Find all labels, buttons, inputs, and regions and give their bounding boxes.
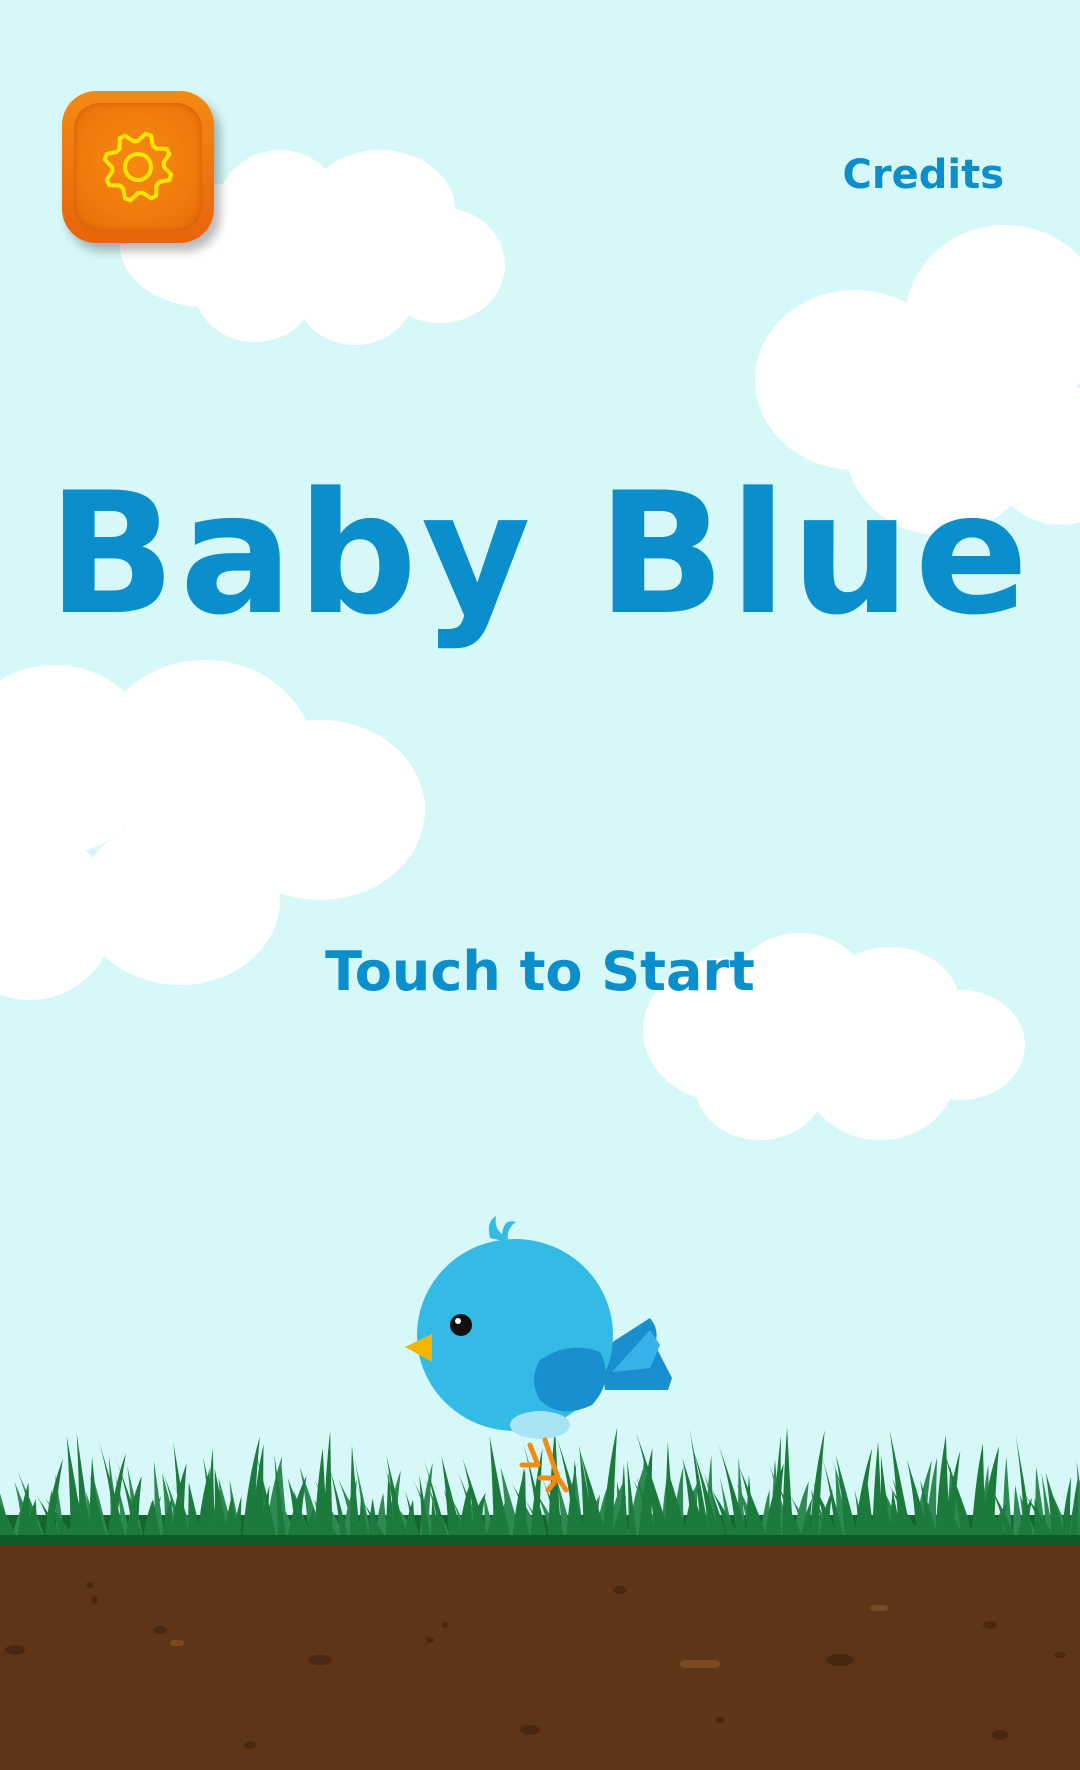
game-scene[interactable] [0,0,1080,1770]
credits-button[interactable]: Credits [843,152,1004,198]
touch-to-start-prompt[interactable]: Touch to Start [0,940,1080,1003]
settings-button[interactable] [62,91,214,243]
gear-icon [102,131,174,203]
dirt-ground [0,1543,1080,1770]
game-title: Baby Blue [47,456,1033,652]
